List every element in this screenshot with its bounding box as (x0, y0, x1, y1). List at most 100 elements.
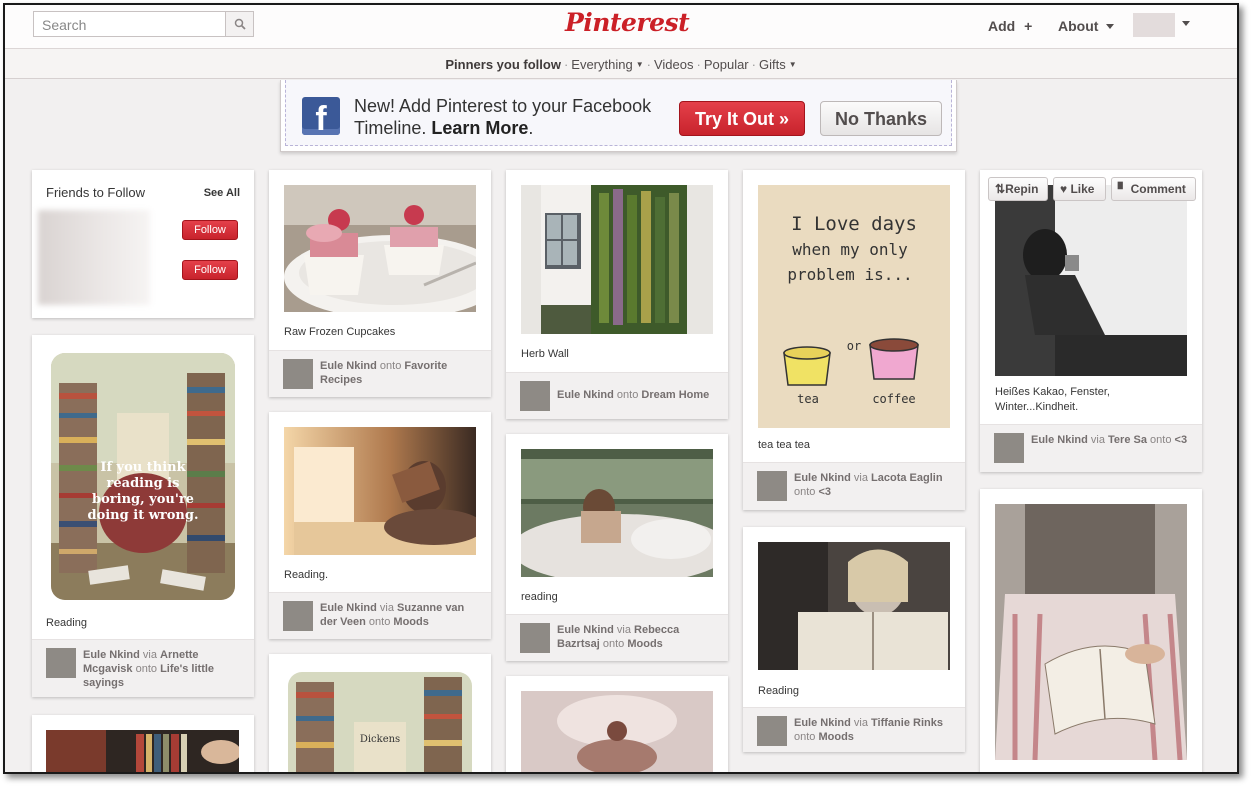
pin-image-dickens-books[interactable]: Dickens (288, 672, 472, 774)
pin-image-herb-wall[interactable] (521, 185, 713, 334)
about-menu[interactable]: About (1058, 18, 1115, 34)
pinner-link[interactable]: Eule Nkind (794, 717, 851, 729)
repin-button[interactable]: ⇅Repin (988, 177, 1048, 201)
nav-videos[interactable]: Videos (654, 57, 694, 72)
follow-button[interactable]: Follow (182, 220, 238, 240)
board-link[interactable]: <3 (818, 486, 831, 498)
nav-gifts[interactable]: Gifts ▼ (759, 57, 797, 72)
pin-image-tea-or-coffee[interactable]: I Love days when my only problem is... o… (758, 185, 950, 428)
pin-image-reading-bed[interactable] (521, 449, 713, 577)
nav-pinners-you-follow[interactable]: Pinners you follow (445, 57, 561, 72)
pin-description: reading (521, 591, 558, 603)
pin-description: Reading (46, 617, 87, 629)
pin-attribution: Eule Nkind onto Dream Home (506, 372, 728, 419)
onto-word: onto (794, 731, 816, 743)
pinner-avatar[interactable] (283, 359, 313, 389)
try-it-out-button[interactable]: Try It Out » (679, 101, 805, 136)
board-link[interactable]: Moods (818, 731, 853, 743)
pinner-link[interactable]: Eule Nkind (320, 602, 377, 614)
pinner-avatar[interactable] (757, 471, 787, 501)
friends-title: Friends to Follow (46, 185, 145, 200)
pin-attribution: Eule Nkind via Tiffanie Rinks onto Moods (743, 707, 965, 752)
onto-word: onto (1150, 434, 1172, 446)
pin-card[interactable] (32, 715, 254, 774)
repin-icon: ⇅ (995, 182, 1006, 196)
pin-card[interactable]: Raw Frozen Cupcakes Eule Nkind onto Favo… (269, 170, 491, 397)
pinner-avatar[interactable] (520, 623, 550, 653)
pin-image-reading-smile[interactable] (758, 542, 950, 670)
search-input[interactable] (40, 13, 232, 37)
svg-text:If you think: If you think (100, 460, 186, 475)
pinner-link[interactable]: Eule Nkind (557, 389, 614, 401)
follow-button[interactable]: Follow (182, 260, 238, 280)
pinner-link[interactable]: Eule Nkind (1031, 434, 1088, 446)
pin-card[interactable]: ⇅Repin ♥ Like ▘ Comment Heißes Kakao, Fe… (980, 170, 1202, 472)
search-button[interactable] (225, 12, 253, 36)
pinner-link[interactable]: Eule Nkind (320, 360, 377, 372)
pin-attribution: Eule Nkind via Arnette Mcgavisk onto Lif… (32, 639, 254, 697)
comment-button[interactable]: ▘ Comment (1111, 177, 1196, 201)
onto-word: onto (379, 360, 402, 372)
via-user-link[interactable]: Tere Sa (1108, 434, 1147, 446)
chevron-down-icon (1106, 24, 1115, 29)
pinner-avatar[interactable] (283, 601, 313, 631)
add-label: Add (988, 18, 1016, 34)
pin-image-open-book[interactable] (995, 504, 1187, 760)
pin-card[interactable]: If you think reading is boring, you're d… (32, 335, 254, 697)
add-menu[interactable]: Add + (988, 18, 1032, 34)
nav-separator: · (563, 57, 569, 72)
pin-description: tea tea tea (758, 439, 810, 451)
board-link[interactable]: Moods (393, 616, 428, 628)
pin-attribution: Eule Nkind onto Favorite Recipes (269, 350, 491, 397)
pinner-avatar[interactable] (757, 716, 787, 746)
via-word: via (1090, 434, 1105, 446)
via-user-link[interactable]: Lacota Eaglin (871, 472, 943, 484)
pinner-avatar[interactable] (994, 433, 1024, 463)
attribution-text: Eule Nkind via Arnette Mcgavisk onto Lif… (83, 648, 246, 690)
onto-word: onto (616, 389, 639, 401)
pin-image-cupcakes[interactable] (284, 185, 476, 312)
pinner-avatar[interactable] (520, 381, 550, 411)
pin-card[interactable]: I Love days when my only problem is... o… (743, 170, 965, 510)
pin-image-reading-girl[interactable] (521, 691, 713, 774)
pin-image-reading-quote[interactable]: If you think reading is boring, you're d… (51, 353, 235, 600)
like-button[interactable]: ♥ Like (1053, 177, 1106, 201)
search-icon (234, 18, 246, 30)
banner-text-line2: Timeline. (354, 118, 427, 138)
pin-card[interactable]: Reading Eule Nkind via Tiffanie Rinks on… (743, 527, 965, 752)
pin-image-kakao-window[interactable] (995, 185, 1187, 376)
pin-description: Raw Frozen Cupcakes (284, 326, 396, 338)
via-word: via (853, 717, 868, 729)
user-menu-chevron-icon[interactable] (1182, 21, 1190, 26)
pinner-link[interactable]: Eule Nkind (557, 624, 614, 636)
pin-card[interactable]: Reading. Eule Nkind via Suzanne van der … (269, 412, 491, 639)
pin-image-reading-window[interactable] (284, 427, 476, 555)
board-link[interactable]: Moods (627, 638, 662, 650)
no-thanks-button[interactable]: No Thanks (820, 101, 942, 136)
user-avatar[interactable] (1133, 13, 1175, 37)
via-user-link[interactable]: Tiffanie Rinks (871, 717, 943, 729)
learn-more-link[interactable]: Learn More (431, 118, 528, 138)
pin-card[interactable]: reading Eule Nkind via Rebecca Bazrtsaj … (506, 434, 728, 661)
pin-card[interactable]: Herb Wall Eule Nkind onto Dream Home (506, 170, 728, 419)
board-link[interactable]: <3 (1175, 434, 1188, 446)
board-link[interactable]: Dream Home (641, 389, 709, 401)
pin-image-bookshelf[interactable] (46, 730, 239, 774)
nav-popular[interactable]: Popular (704, 57, 749, 72)
pinterest-logo[interactable]: Pinterest (565, 8, 690, 42)
nav-separator: · (751, 57, 756, 72)
pin-card[interactable] (506, 676, 728, 774)
attribution-text: Eule Nkind via Tere Sa onto <3 (1031, 433, 1194, 447)
tea-art-coffee: coffee (872, 392, 915, 406)
pinner-link[interactable]: Eule Nkind (794, 472, 851, 484)
pin-attribution: Eule Nkind via Rebecca Bazrtsaj onto Moo… (506, 614, 728, 661)
heart-icon: ♥ (1060, 182, 1068, 196)
svg-text:doing it wrong.: doing it wrong. (87, 508, 198, 523)
nav-everything[interactable]: Everything ▼ (571, 57, 643, 72)
pinner-link[interactable]: Eule Nkind (83, 649, 140, 661)
see-all-link[interactable]: See All (204, 187, 240, 199)
svg-text:Dickens: Dickens (360, 734, 400, 745)
pinner-avatar[interactable] (46, 648, 76, 678)
pin-card[interactable] (980, 489, 1202, 772)
pin-card[interactable]: Dickens (269, 654, 491, 774)
